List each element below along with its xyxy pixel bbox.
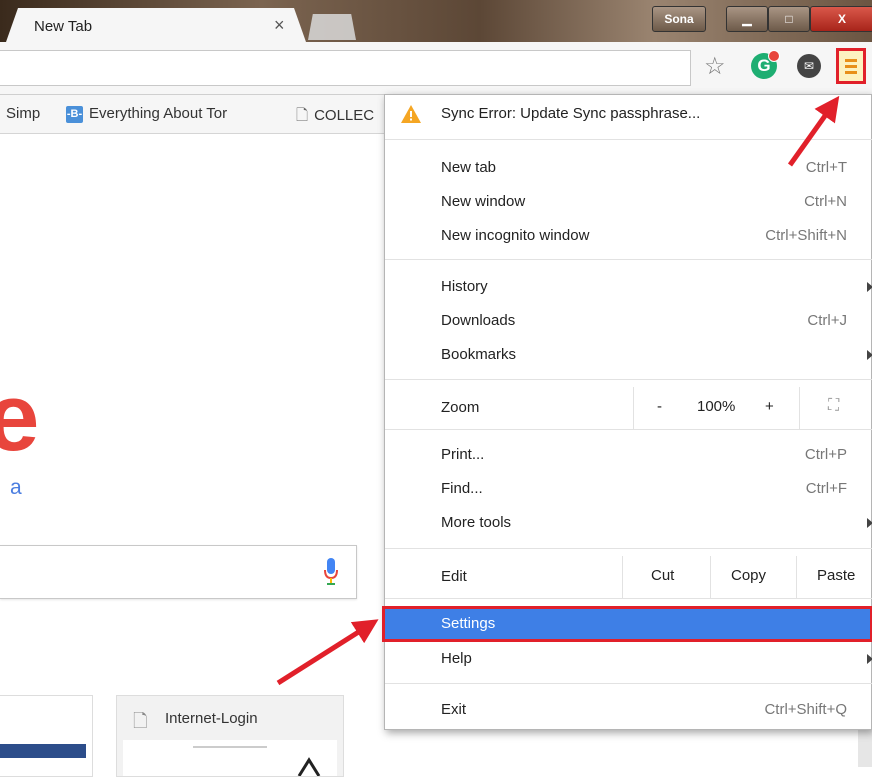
annotation-arrows [276,95,840,686]
annotation-arrow-menu [787,95,840,167]
annotation-arrow-settings [276,619,379,686]
